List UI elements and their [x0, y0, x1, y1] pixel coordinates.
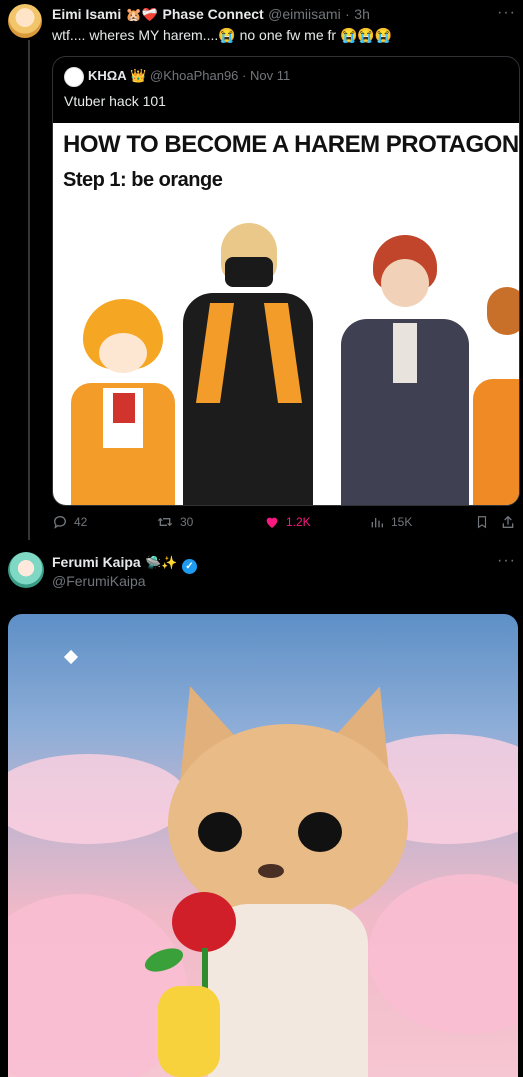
- character-girl: [63, 293, 183, 505]
- eimi-name-emojis: 🐹❤️‍🩹: [125, 7, 159, 22]
- share-icon[interactable]: [500, 514, 516, 535]
- tweet1-time[interactable]: 3h: [354, 6, 370, 22]
- khoa-handle[interactable]: @KhoaPhan96: [150, 68, 238, 83]
- reply-icon: [54, 516, 66, 529]
- eimi-display-name[interactable]: Eimi Isami: [52, 6, 121, 22]
- crying-emojis: 😭😭😭: [339, 27, 393, 43]
- meme-step: Step 1: be orange: [63, 169, 223, 191]
- time-separator: ·: [345, 6, 350, 22]
- repost-count: 30: [180, 515, 194, 529]
- repost-icon: [157, 517, 173, 527]
- quote-tweet-card[interactable]: ΚΗΩΑ 👑 @KhoaPhan96 · Nov 11 Vtuber hack …: [52, 56, 520, 506]
- bookmark-icon[interactable]: [475, 514, 489, 535]
- meme-image[interactable]: HOW TO BECOME A HAREM PROTAGONIST? Step …: [53, 123, 519, 505]
- repost-button[interactable]: 30: [156, 514, 193, 530]
- like-count: 1.2K: [286, 515, 311, 529]
- views-button[interactable]: 15K: [369, 514, 412, 530]
- views-count: 15K: [391, 515, 413, 529]
- tweet1-text-part2: no one fw me fr: [235, 27, 340, 43]
- tweet1-header: Eimi Isami 🐹❤️‍🩹 Phase Connect @eimiisam…: [52, 6, 370, 24]
- character-suit: [335, 233, 475, 505]
- character-partial: [473, 283, 519, 505]
- like-button[interactable]: 1.2K: [264, 514, 311, 530]
- eimi-affiliation: Phase Connect: [162, 6, 264, 22]
- tweet1-text: wtf.... wheres MY harem....😭 no one fw m…: [52, 27, 392, 44]
- reply-button[interactable]: 42: [52, 514, 87, 530]
- quote-date[interactable]: Nov 11: [250, 68, 290, 83]
- quote-text: Vtuber hack 101: [64, 93, 166, 109]
- crying-emoji: 😭: [218, 27, 236, 43]
- eimi-avatar[interactable]: [8, 4, 42, 38]
- eimi-handle[interactable]: @eimiisami: [268, 6, 341, 22]
- thread-line: [28, 40, 30, 540]
- reply-count: 42: [74, 515, 88, 529]
- quote-header: ΚΗΩΑ 👑 @KhoaPhan96 · Nov 11: [88, 68, 290, 84]
- ferumi-display-name[interactable]: Ferumi Kaipa: [52, 554, 141, 570]
- heart-icon: [266, 517, 278, 528]
- action-bar: 42 30 1.2K 15K: [52, 512, 518, 534]
- tweet1-text-part1: wtf.... wheres MY harem....: [52, 27, 219, 43]
- ferumi-handle[interactable]: @FerumiKaipa: [52, 573, 146, 589]
- meme-title: HOW TO BECOME A HAREM PROTAGONIST?: [63, 131, 519, 158]
- quote-time-sep: ·: [242, 68, 247, 83]
- more-icon[interactable]: ···: [497, 552, 516, 570]
- more-icon[interactable]: ···: [497, 4, 516, 22]
- character-masked: [173, 213, 323, 505]
- kitten-rose-image[interactable]: [8, 614, 518, 1077]
- crown-emoji: 👑: [130, 68, 147, 83]
- ferumi-name-emojis: 🛸✨: [145, 555, 178, 570]
- tweet2-header: Ferumi Kaipa 🛸✨ ✓: [52, 554, 197, 574]
- hand-emoji: [158, 986, 220, 1077]
- views-icon: [371, 518, 383, 528]
- verified-icon: ✓: [181, 559, 197, 574]
- khoa-avatar[interactable]: [64, 67, 84, 87]
- ferumi-avatar[interactable]: [8, 552, 44, 588]
- khoa-display-name[interactable]: ΚΗΩΑ: [88, 68, 127, 83]
